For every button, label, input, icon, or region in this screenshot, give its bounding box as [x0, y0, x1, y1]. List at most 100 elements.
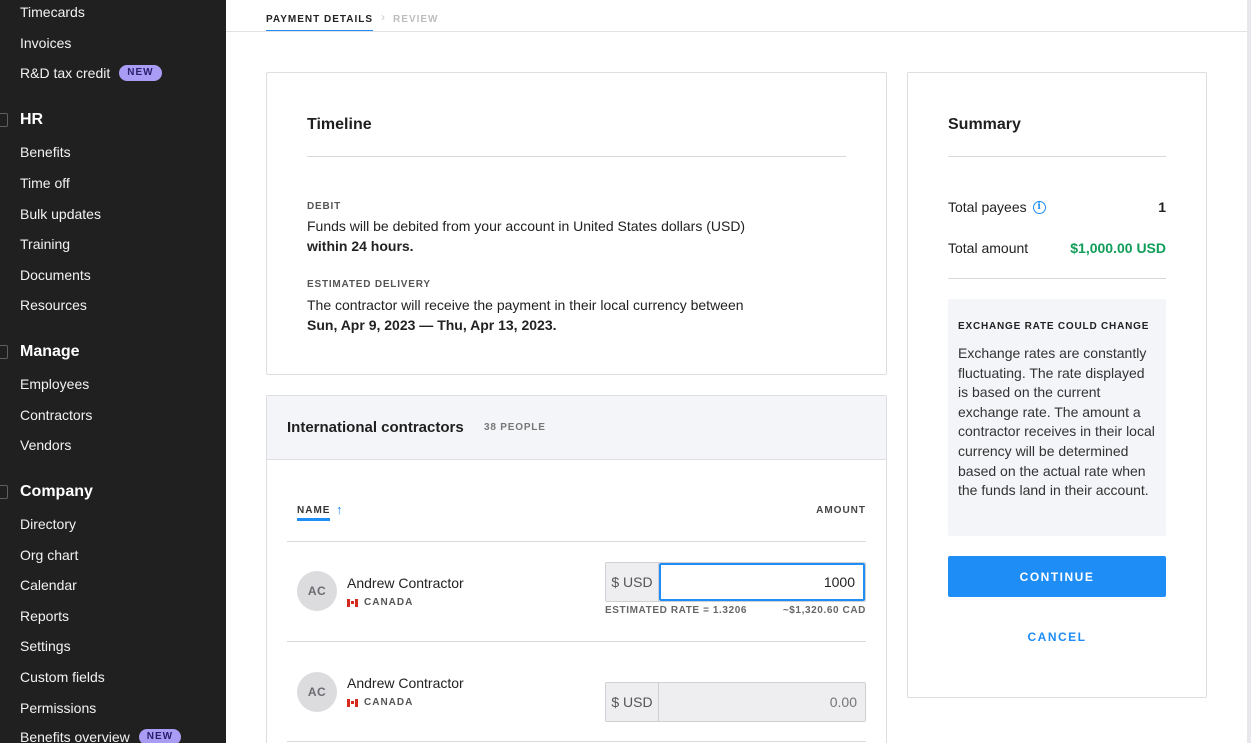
- continue-button[interactable]: CONTINUE: [948, 556, 1166, 597]
- divider: [948, 278, 1166, 279]
- amount-input[interactable]: [659, 683, 865, 721]
- delivery-text: The contractor will receive the payment …: [307, 297, 744, 313]
- sidebar-item-invoices[interactable]: Invoices: [20, 35, 71, 51]
- total-amount-text: Total amount: [948, 240, 1029, 256]
- sidebar-item-label: Directory: [20, 516, 77, 532]
- sidebar-section-title: Manage: [20, 343, 80, 360]
- sidebar-item-custom-fields[interactable]: Custom fields: [20, 669, 105, 685]
- sidebar-item-training[interactable]: Training: [20, 236, 70, 252]
- sidebar-item-label: Documents: [20, 267, 91, 283]
- debit-label: DEBIT: [307, 201, 341, 212]
- sidebar-item-benefits-overview[interactable]: Benefits overview NEW: [20, 729, 182, 743]
- delivery-description: The contractor will receive the payment …: [307, 295, 847, 335]
- divider: [307, 156, 846, 157]
- sidebar-item-org-chart[interactable]: Org chart: [20, 547, 78, 563]
- sidebar-section-manage[interactable]: Manage: [0, 343, 80, 361]
- sidebar-item-calendar[interactable]: Calendar: [20, 577, 77, 593]
- arrow-up-icon[interactable]: ↑: [336, 502, 343, 517]
- timeline-card: Timeline DEBIT Funds will be debited fro…: [266, 72, 887, 375]
- sidebar-item-label: Settings: [20, 638, 71, 654]
- delivery-label: ESTIMATED DELIVERY: [307, 279, 431, 290]
- chevron-right-icon: ›: [381, 10, 386, 24]
- sidebar-item-settings[interactable]: Settings: [20, 638, 71, 654]
- info-icon[interactable]: i: [1032, 200, 1046, 214]
- new-badge: NEW: [119, 65, 162, 81]
- sidebar-item-label: Resources: [20, 297, 87, 313]
- currency-prefix: $ USD: [606, 563, 659, 601]
- converted-amount: ~$1,320.60 CAD: [782, 605, 866, 616]
- stepper: PAYMENT DETAILS › REVIEW: [266, 0, 439, 32]
- sidebar-item-label: Timecards: [20, 4, 85, 20]
- debit-description: Funds will be debited from your account …: [307, 216, 847, 256]
- sidebar-section-company[interactable]: Company: [0, 483, 93, 501]
- main-content: PAYMENT DETAILS › REVIEW Timeline DEBIT …: [226, 0, 1251, 743]
- sidebar-item-directory[interactable]: Directory: [20, 516, 76, 532]
- sidebar-item-permissions[interactable]: Permissions: [20, 700, 96, 716]
- sidebar-item-contractors[interactable]: Contractors: [20, 407, 92, 423]
- total-payees-value: 1: [1158, 199, 1166, 215]
- sidebar-item-bulk-updates[interactable]: Bulk updates: [20, 206, 101, 222]
- sidebar-item-employees[interactable]: Employees: [20, 376, 89, 392]
- sidebar-item-label: Invoices: [20, 35, 72, 51]
- summary-card: Summary Total payees i 1 Total amount $1,…: [907, 72, 1207, 698]
- delivery-dates: Sun, Apr 9, 2023 — Thu, Apr 13, 2023.: [307, 317, 557, 333]
- contractor-country: CANADA: [347, 597, 413, 608]
- contractors-header: International contractors 38 PEOPLE: [267, 396, 886, 460]
- sidebar-item-rd-tax-credit[interactable]: R&D tax credit NEW: [20, 65, 162, 81]
- sidebar-section-title: HR: [20, 111, 44, 128]
- sidebar-item-label: R&D tax credit: [20, 65, 111, 81]
- timeline-title: Timeline: [307, 116, 372, 133]
- sidebar-section-hr[interactable]: HR: [0, 111, 43, 129]
- sidebar-item-vendors[interactable]: Vendors: [20, 437, 71, 453]
- new-badge: NEW: [138, 729, 182, 743]
- amount-field: $ USD: [605, 682, 866, 722]
- sidebar-item-label: Contractors: [20, 407, 93, 423]
- country-label: CANADA: [364, 697, 414, 708]
- contractors-title: International contractors: [287, 419, 464, 436]
- debit-text: Funds will be debited from your account …: [307, 218, 746, 234]
- exchange-rate-notice: EXCHANGE RATE COULD CHANGE Exchange rate…: [948, 299, 1166, 536]
- sidebar-item-benefits[interactable]: Benefits: [20, 144, 71, 160]
- sidebar-item-label: Training: [20, 236, 71, 252]
- contractors-count: 38 PEOPLE: [484, 422, 546, 433]
- sidebar-item-timecards[interactable]: Timecards: [20, 4, 85, 20]
- amount-column-header: AMOUNT: [816, 505, 866, 516]
- manage-icon: [0, 345, 8, 359]
- sidebar-item-label: Reports: [20, 608, 70, 624]
- summary-title: Summary: [948, 116, 1021, 133]
- divider: [948, 156, 1166, 157]
- total-amount-value: $1,000.00 USD: [1070, 240, 1166, 256]
- divider: [287, 541, 866, 542]
- cancel-button[interactable]: CANCEL: [948, 630, 1166, 644]
- sidebar-item-documents[interactable]: Documents: [20, 267, 91, 283]
- sidebar-section-title: Company: [20, 483, 93, 500]
- contractors-card: International contractors 38 PEOPLE NAME…: [266, 395, 887, 743]
- contractor-country: CANADA: [347, 697, 413, 708]
- notice-body: Exchange rates are constantly fluctuatin…: [958, 345, 1155, 499]
- estimated-rate: ESTIMATED RATE = 1.3206: [605, 605, 748, 616]
- sidebar-item-reports[interactable]: Reports: [20, 608, 69, 624]
- divider: [287, 641, 866, 642]
- sidebar-item-label: Org chart: [20, 547, 79, 563]
- canada-flag-icon: [347, 598, 358, 607]
- currency-prefix: $ USD: [606, 683, 659, 721]
- avatar: AC: [297, 672, 337, 712]
- sidebar-item-label: Permissions: [20, 700, 97, 716]
- sidebar-item-time-off[interactable]: Time off: [20, 175, 70, 191]
- company-icon: [0, 485, 8, 499]
- sidebar-item-label: Benefits: [20, 144, 71, 160]
- sidebar: Timecards Invoices R&D tax credit NEW HR …: [0, 0, 226, 743]
- sidebar-item-label: Vendors: [20, 437, 72, 453]
- scrollbar-track[interactable]: [1247, 0, 1251, 743]
- avatar: AC: [297, 571, 337, 611]
- divider: [287, 741, 866, 742]
- sidebar-item-resources[interactable]: Resources: [20, 297, 87, 313]
- contractor-name[interactable]: Andrew Contractor: [347, 675, 464, 691]
- contractor-name[interactable]: Andrew Contractor: [347, 575, 464, 591]
- sidebar-item-label: Calendar: [20, 577, 77, 593]
- amount-input[interactable]: [659, 563, 865, 601]
- name-column-header[interactable]: NAME: [297, 505, 331, 521]
- notice-title: EXCHANGE RATE COULD CHANGE: [958, 321, 1150, 332]
- step-payment-details[interactable]: PAYMENT DETAILS: [266, 0, 374, 32]
- debit-timing: within 24 hours.: [307, 238, 414, 254]
